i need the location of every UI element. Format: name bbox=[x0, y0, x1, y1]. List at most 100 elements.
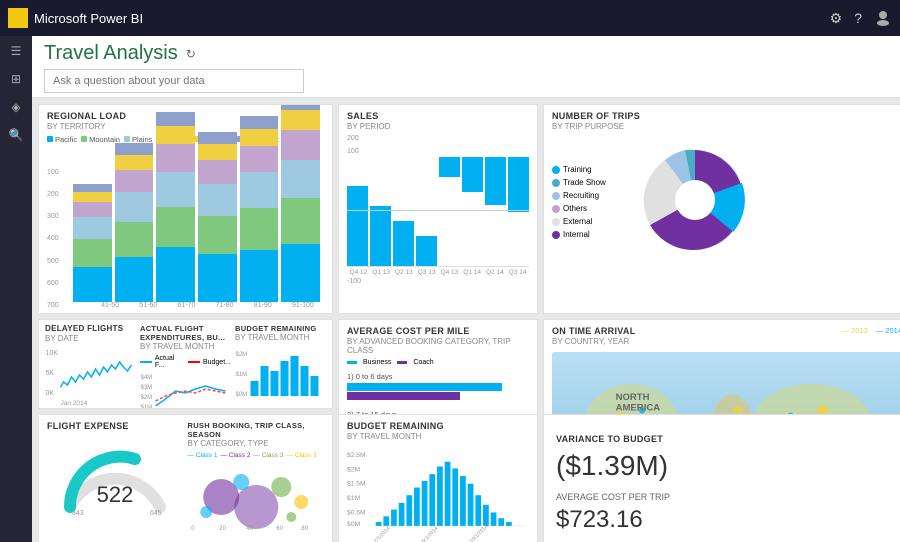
avg-cost-bar-1-coach bbox=[347, 392, 460, 400]
regional-chart: 700600500400300200100 bbox=[47, 147, 324, 309]
sidebar-report-icon[interactable]: ◈ bbox=[11, 100, 20, 114]
delayed-flights: Delayed Flights BY DATE 10K 5K 0K Jan 20… bbox=[45, 324, 136, 409]
refresh-icon[interactable]: ↻ bbox=[186, 47, 196, 61]
avg-cost-trip-value: $723.16 bbox=[556, 506, 898, 534]
avg-cost-row1: 1) 0 to 6 days bbox=[347, 372, 529, 400]
gauge-container: 522 343 645 bbox=[47, 432, 184, 512]
flight-expense-card: Flight Expense 522 343 645 bbox=[38, 414, 333, 542]
regional-y-axis: 700600500400300200100 bbox=[47, 154, 67, 309]
sidebar-menu-icon[interactable]: ☰ bbox=[11, 44, 22, 58]
sales-y-labels: 200 100 bbox=[347, 135, 529, 155]
trips-legend-tradeshow: Trade Show bbox=[552, 178, 622, 187]
regional-bar-area bbox=[69, 147, 324, 302]
rush-booking-preview: Rush Booking, Trip Class, Season BY CATE… bbox=[188, 421, 325, 542]
rush-subtitle: BY CATEGORY, TYPE bbox=[188, 439, 325, 448]
settings-icon[interactable]: ⚙ bbox=[830, 10, 843, 27]
svg-text:$1M: $1M bbox=[347, 495, 360, 502]
budget-rem2-subtitle: BY TRAVEL MONTH bbox=[347, 432, 529, 441]
on-time-subtitle: BY COUNTRY, YEAR bbox=[552, 337, 636, 346]
logo-icon bbox=[8, 8, 28, 28]
avg-cost-title: Average Cost Per Mile bbox=[347, 326, 529, 337]
search-input[interactable] bbox=[44, 69, 304, 93]
svg-text:20: 20 bbox=[219, 526, 226, 532]
budget-remaining2-card: Budget Remaining BY TRAVEL MONTH $2.5M $… bbox=[338, 414, 538, 542]
svg-text:60: 60 bbox=[276, 526, 283, 532]
rush-legend: — Class 1 — Class 2 — Class 3 — Class 3 bbox=[188, 452, 325, 459]
svg-text:$1M: $1M bbox=[236, 372, 248, 378]
svg-text:5/1/2014: 5/1/2014 bbox=[421, 526, 440, 542]
page-title: Travel Analysis bbox=[44, 42, 178, 65]
on-time-title: On Time Arrival bbox=[552, 326, 636, 337]
bubble-svg: 0 20 40 minutes 60 80 bbox=[188, 462, 325, 532]
trips-legend-training: Training bbox=[552, 165, 622, 174]
svg-text:5K: 5K bbox=[46, 370, 55, 377]
regional-load-card: Regional Load BY TERRITORY Pacific Mount… bbox=[38, 104, 333, 314]
svg-text:0K: 0K bbox=[46, 390, 55, 397]
trips-content: Training Trade Show Recruiting Others Ex… bbox=[552, 135, 900, 270]
actual-subtitle: BY TRAVEL MONTH bbox=[140, 342, 231, 351]
bubble-chart: 0 20 40 minutes 60 80 bbox=[188, 462, 325, 532]
svg-text:$1.5M: $1.5M bbox=[347, 480, 366, 487]
trips-subtitle: BY TRIP PURPOSE bbox=[552, 122, 900, 131]
variance-card: Variance to Budget ($1.39M) Average Cost… bbox=[543, 414, 900, 542]
variance-title: Variance to Budget bbox=[556, 434, 898, 445]
variance-value: ($1.39M) bbox=[556, 450, 898, 482]
sales-bar-6 bbox=[462, 157, 483, 192]
regional-bars: 41-5051-6061-7071-8081-9091-100 bbox=[69, 147, 324, 309]
avg-cost-trip-label: Average Cost Per Trip bbox=[556, 492, 898, 502]
trips-legend-recruiting: Recruiting bbox=[552, 191, 622, 200]
svg-text:$0M: $0M bbox=[347, 521, 360, 528]
bar-group-5 bbox=[240, 116, 279, 302]
bar-group-6 bbox=[281, 104, 320, 302]
svg-text:AMERICA: AMERICA bbox=[616, 402, 661, 413]
sales-card: Sales BY PERIOD 200 100 bbox=[338, 104, 538, 314]
budget-rem-chart: $2M $1M $0M bbox=[235, 346, 326, 401]
sidebar-home-icon[interactable]: ⊞ bbox=[11, 72, 21, 86]
svg-text:$2M: $2M bbox=[236, 352, 248, 358]
svg-text:$4M: $4M bbox=[141, 375, 153, 381]
bar-group-2 bbox=[115, 143, 154, 302]
sales-neg-label: -100 bbox=[347, 278, 529, 285]
trips-card: Number of Trips BY TRIP PURPOSE Training… bbox=[543, 104, 900, 314]
trips-legend-others: Others bbox=[552, 204, 622, 213]
svg-text:$0.5M: $0.5M bbox=[347, 509, 366, 516]
bar-group-4 bbox=[198, 132, 237, 302]
trips-pie bbox=[630, 135, 760, 270]
avg-cost-legend: Business Coach bbox=[347, 359, 529, 366]
help-icon[interactable]: ? bbox=[854, 10, 862, 26]
svg-text:$0M: $0M bbox=[236, 392, 248, 398]
sales-subtitle: BY PERIOD bbox=[347, 122, 529, 131]
svg-text:40: 40 bbox=[246, 526, 253, 532]
trips-legend-external: External bbox=[552, 217, 622, 226]
app-name: Microsoft Power BI bbox=[34, 11, 143, 26]
page-header: Travel Analysis ↻ bbox=[32, 36, 900, 98]
sales-bar-3 bbox=[393, 221, 414, 266]
delayed-flights-card: Delayed Flights BY DATE 10K 5K 0K Jan 20… bbox=[38, 319, 333, 409]
budget-remaining-small: Budget Remaining BY TRAVEL MONTH $2M $1M… bbox=[235, 324, 326, 409]
dashboard: Regional Load BY TERRITORY Pacific Mount… bbox=[32, 98, 900, 542]
user-icon[interactable] bbox=[874, 8, 892, 29]
sales-bar-2 bbox=[370, 206, 391, 266]
sales-zero-line bbox=[347, 210, 529, 211]
sales-bar-4 bbox=[416, 236, 437, 266]
sales-bars bbox=[347, 157, 529, 267]
sidebar-search-icon[interactable]: 🔍 bbox=[9, 128, 24, 142]
sales-title: Sales bbox=[347, 111, 529, 122]
on-time-legend-2014: — 2014 bbox=[876, 326, 900, 335]
bar-group-1 bbox=[73, 184, 112, 302]
svg-text:522: 522 bbox=[97, 482, 134, 507]
actual-expenditures: Actual Flight Expenditures, Bu... BY TRA… bbox=[140, 324, 231, 409]
sales-bar-1 bbox=[347, 186, 368, 266]
sales-bar-8 bbox=[508, 157, 529, 212]
svg-text:$2M: $2M bbox=[347, 466, 360, 473]
sales-bar-5 bbox=[439, 157, 460, 177]
budget-rem2-chart: $2.5M $2M $1.5M $1M $0.5M $0M bbox=[347, 445, 529, 542]
trips-legend-internal: Internal bbox=[552, 230, 622, 239]
sales-bar-7 bbox=[485, 157, 506, 205]
svg-text:$2.5M: $2.5M bbox=[347, 452, 366, 459]
rush-title: Rush Booking, Trip Class, Season bbox=[188, 421, 325, 439]
main-content: Travel Analysis ↻ Regional Load BY TERRI… bbox=[32, 36, 900, 542]
bar-group-3 bbox=[156, 112, 195, 302]
sales-x-labels: Q4 12Q1 13Q2 13Q3 13Q4 13Q1 14Q2 14Q3 14 bbox=[347, 269, 529, 276]
gauge-svg: 522 343 645 bbox=[60, 437, 170, 512]
